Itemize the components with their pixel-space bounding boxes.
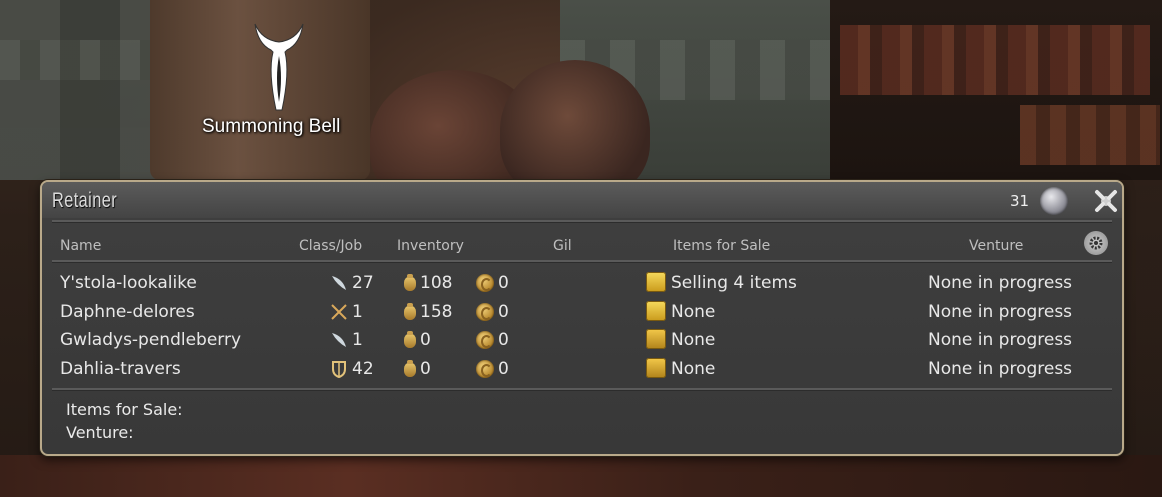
silver-coin-icon [1040, 187, 1068, 215]
inventory-sack-icon [404, 331, 416, 348]
footer-items-for-sale-label: Items for Sale: [66, 400, 183, 419]
retainer-level: 1 [352, 302, 363, 322]
column-header-items-for-sale[interactable]: Items for Sale [673, 238, 770, 254]
venture-status: None in progress [928, 273, 1073, 293]
retainer-row[interactable]: Y'stola-lookalike 27 108 0 Selling 4 ite… [52, 269, 1118, 297]
gil-icon [476, 303, 494, 321]
column-header-class-job[interactable]: Class/Job [299, 238, 362, 254]
summoning-bell-icon[interactable] [252, 22, 306, 114]
retainer-name: Y'stola-lookalike [60, 273, 197, 293]
column-header-gil[interactable]: Gil [553, 238, 572, 254]
inventory-count: 0 [420, 330, 431, 350]
gil-amount: 0 [498, 273, 509, 293]
column-header-inventory[interactable]: Inventory [397, 238, 464, 254]
inventory-sack-icon [404, 303, 416, 320]
close-button[interactable] [1092, 187, 1120, 215]
gear-icon [1089, 236, 1103, 250]
quill-icon [332, 333, 346, 347]
window-title: Retainer [52, 189, 118, 212]
gil-amount: 0 [498, 330, 509, 350]
settings-button[interactable] [1084, 231, 1108, 255]
crossed-swords-icon [331, 304, 347, 320]
divider [52, 260, 1112, 263]
retainer-level: 42 [352, 359, 374, 379]
retainer-count: 31 [1010, 192, 1030, 210]
gil-icon [476, 360, 494, 378]
shield-icon [332, 361, 346, 379]
items-for-sale-status: Selling 4 items [671, 273, 797, 293]
venture-status: None in progress [928, 302, 1073, 322]
gil-amount: 0 [498, 302, 509, 322]
retainer-name: Gwladys-pendleberry [60, 330, 242, 350]
clay-pot [500, 60, 650, 200]
retainer-name: Daphne-delores [60, 302, 195, 322]
retainer-row[interactable]: Dahlia-travers 42 0 0 None None in progr… [52, 355, 1118, 383]
scale-icon [646, 358, 666, 378]
market-icon [646, 272, 666, 292]
inventory-sack-icon [404, 274, 416, 291]
items-for-sale-status: None [671, 330, 716, 350]
footer-venture-label: Venture: [66, 423, 134, 442]
books [1020, 105, 1160, 165]
gil-amount: 0 [498, 359, 509, 379]
column-header-name[interactable]: Name [60, 238, 101, 254]
retainer-level: 1 [352, 330, 363, 350]
inventory-count: 108 [420, 273, 453, 293]
retainer-level: 27 [352, 273, 374, 293]
carpet [0, 455, 1162, 497]
column-header-venture[interactable]: Venture [969, 238, 1023, 254]
venture-status: None in progress [928, 330, 1073, 350]
market-icon [646, 301, 666, 321]
items-for-sale-status: None [671, 359, 716, 379]
venture-status: None in progress [928, 359, 1073, 379]
summoning-bell-label: Summoning Bell [202, 116, 341, 137]
retainer-window: Retainer 31 Name Class/Job Inventory Gil… [40, 180, 1124, 456]
window-titlebar[interactable]: Retainer 31 [42, 182, 1122, 218]
divider [52, 220, 1112, 223]
gil-icon [476, 274, 494, 292]
inventory-count: 0 [420, 359, 431, 379]
inventory-count: 158 [420, 302, 453, 322]
items-for-sale-status: None [671, 302, 716, 322]
retainer-row[interactable]: Gwladys-pendleberry 1 0 0 None None in p… [52, 326, 1118, 354]
books [840, 25, 1150, 95]
inventory-sack-icon [404, 360, 416, 377]
scale-icon [646, 329, 666, 349]
retainer-row[interactable]: Daphne-delores 1 158 0 None None in prog… [52, 298, 1118, 326]
divider [52, 388, 1112, 391]
gil-icon [476, 331, 494, 349]
retainer-name: Dahlia-travers [60, 359, 181, 379]
close-icon [1095, 190, 1117, 212]
quill-icon [332, 276, 346, 290]
